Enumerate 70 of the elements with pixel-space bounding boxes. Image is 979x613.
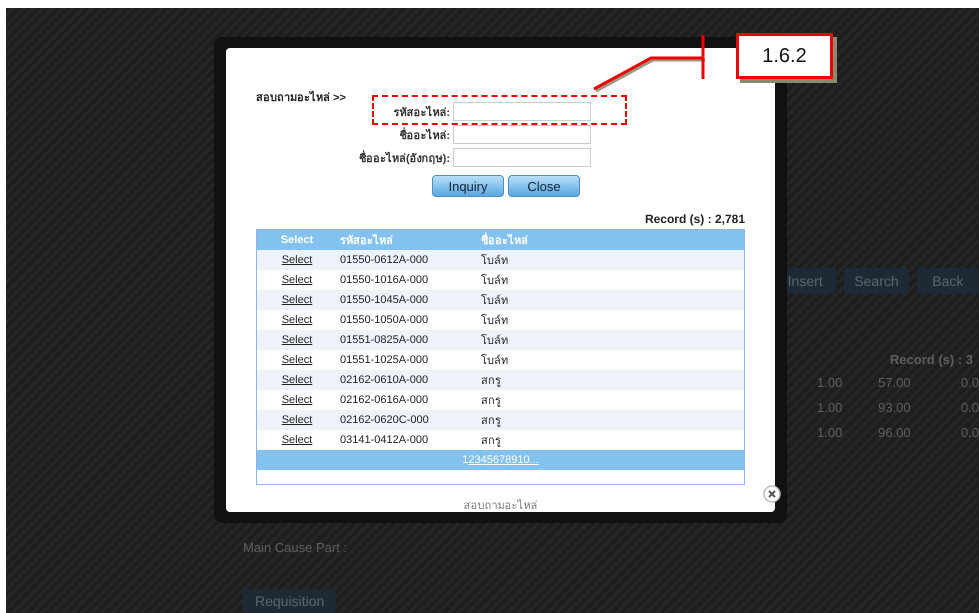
column-header: Select: [280, 234, 314, 246]
page-link[interactable]: 8: [505, 454, 512, 466]
table-cell-text: สกรู: [481, 374, 502, 389]
table-cell-text: โบล์ท: [481, 273, 509, 289]
table-cell-text: โบล์ท: [481, 293, 509, 309]
close-icon[interactable]: [763, 485, 781, 503]
page-link[interactable]: 3: [474, 454, 481, 466]
record-count: Record (s) : 2,781: [644, 212, 745, 226]
table-cell-text: 57.00: [877, 375, 911, 392]
table-cell-text: สกรู: [481, 394, 502, 409]
table-cell-text: 0.0: [960, 400, 979, 417]
field-label: รหัสอะไหล่:: [393, 104, 450, 120]
dialog-heading: สอบถามอะไหล่ >>: [256, 90, 347, 106]
table-cell-text: โบล์ท: [481, 253, 509, 269]
table-cell-text: 1.00: [816, 400, 842, 417]
record-count: Record (s) : 3: [888, 352, 974, 367]
table-cell-text: 01550-1016A-000: [339, 274, 430, 286]
page-link[interactable]: 2: [468, 454, 474, 466]
main-cause-label: Main Cause Part :: [243, 540, 348, 555]
table-cell-text: 01551-1025A-000: [339, 354, 430, 366]
table-cell-text: โบล์ท: [481, 313, 509, 329]
table-cell-text: 01550-1045A-000: [339, 294, 430, 306]
page-link[interactable]: 9: [511, 454, 518, 466]
table-cell-text: 02162-0620C-000: [339, 414, 430, 426]
column-header: ชื่ออะไหล่: [481, 231, 744, 249]
input-field[interactable]: [453, 125, 591, 144]
input-field[interactable]: [453, 102, 591, 121]
table-cell-text: 1.00: [816, 375, 842, 392]
page-link[interactable]: 1: [462, 454, 468, 466]
select-link[interactable]: Select: [282, 254, 312, 266]
select-link[interactable]: Select: [282, 374, 312, 386]
select-link[interactable]: Select: [282, 334, 312, 346]
table-cell-text: โบล์ท: [481, 353, 509, 369]
dimmed-button[interactable]: Back: [916, 268, 979, 294]
dialog-caption: สอบถามอะไหล่: [462, 498, 538, 514]
select-link[interactable]: Select: [282, 434, 312, 446]
select-link[interactable]: Select: [282, 314, 312, 326]
page-link[interactable]: 4: [480, 454, 487, 466]
table-cell-text: 1.00: [816, 425, 842, 442]
table-cell-text: 0.0: [960, 425, 979, 442]
page-link[interactable]: 7: [498, 454, 506, 466]
select-link[interactable]: Select: [282, 394, 312, 406]
table-cell-text: 03141-0412A-000: [339, 434, 430, 446]
select-link[interactable]: Select: [282, 294, 312, 306]
table-cell-text: 0.0: [960, 375, 979, 392]
table-cell-text: 02162-0616A-000: [339, 394, 430, 406]
requisition-button[interactable]: Requisition: [243, 589, 336, 613]
table-cell-text: โบล์ท: [481, 333, 509, 349]
table-cell-text: 01550-1050A-000: [339, 314, 430, 326]
page-link[interactable]: 5: [486, 454, 493, 466]
table-cell-text: 01550-0612A-000: [339, 254, 430, 266]
input-field[interactable]: [453, 148, 591, 167]
page-link[interactable]: 10: [517, 454, 530, 466]
table-cell-text: 02162-0610A-000: [339, 374, 430, 386]
column-header: รหัสอะไหล่: [339, 232, 394, 249]
dialog-button[interactable]: Close: [508, 175, 580, 197]
table-cell-text: สกรู: [481, 434, 502, 449]
dialog-button[interactable]: Inquiry: [432, 175, 504, 197]
table-cell-text: 96.00: [877, 425, 911, 442]
page-link[interactable]: 6: [492, 454, 499, 466]
dimmed-button[interactable]: Search: [844, 268, 909, 294]
select-link[interactable]: Select: [282, 354, 312, 366]
select-link[interactable]: Select: [282, 414, 312, 426]
select-link[interactable]: Select: [282, 274, 312, 286]
field-label: ชื่ออะไหล่(อังกฤษ):: [359, 148, 450, 166]
page-link[interactable]: ...: [530, 454, 539, 466]
table-cell-text: 01551-0825A-000: [339, 334, 430, 346]
field-label: ชื่ออะไหล่:: [399, 126, 450, 144]
table-cell-text: 93.00: [877, 400, 911, 417]
table-cell-text: สกรู: [481, 414, 502, 429]
